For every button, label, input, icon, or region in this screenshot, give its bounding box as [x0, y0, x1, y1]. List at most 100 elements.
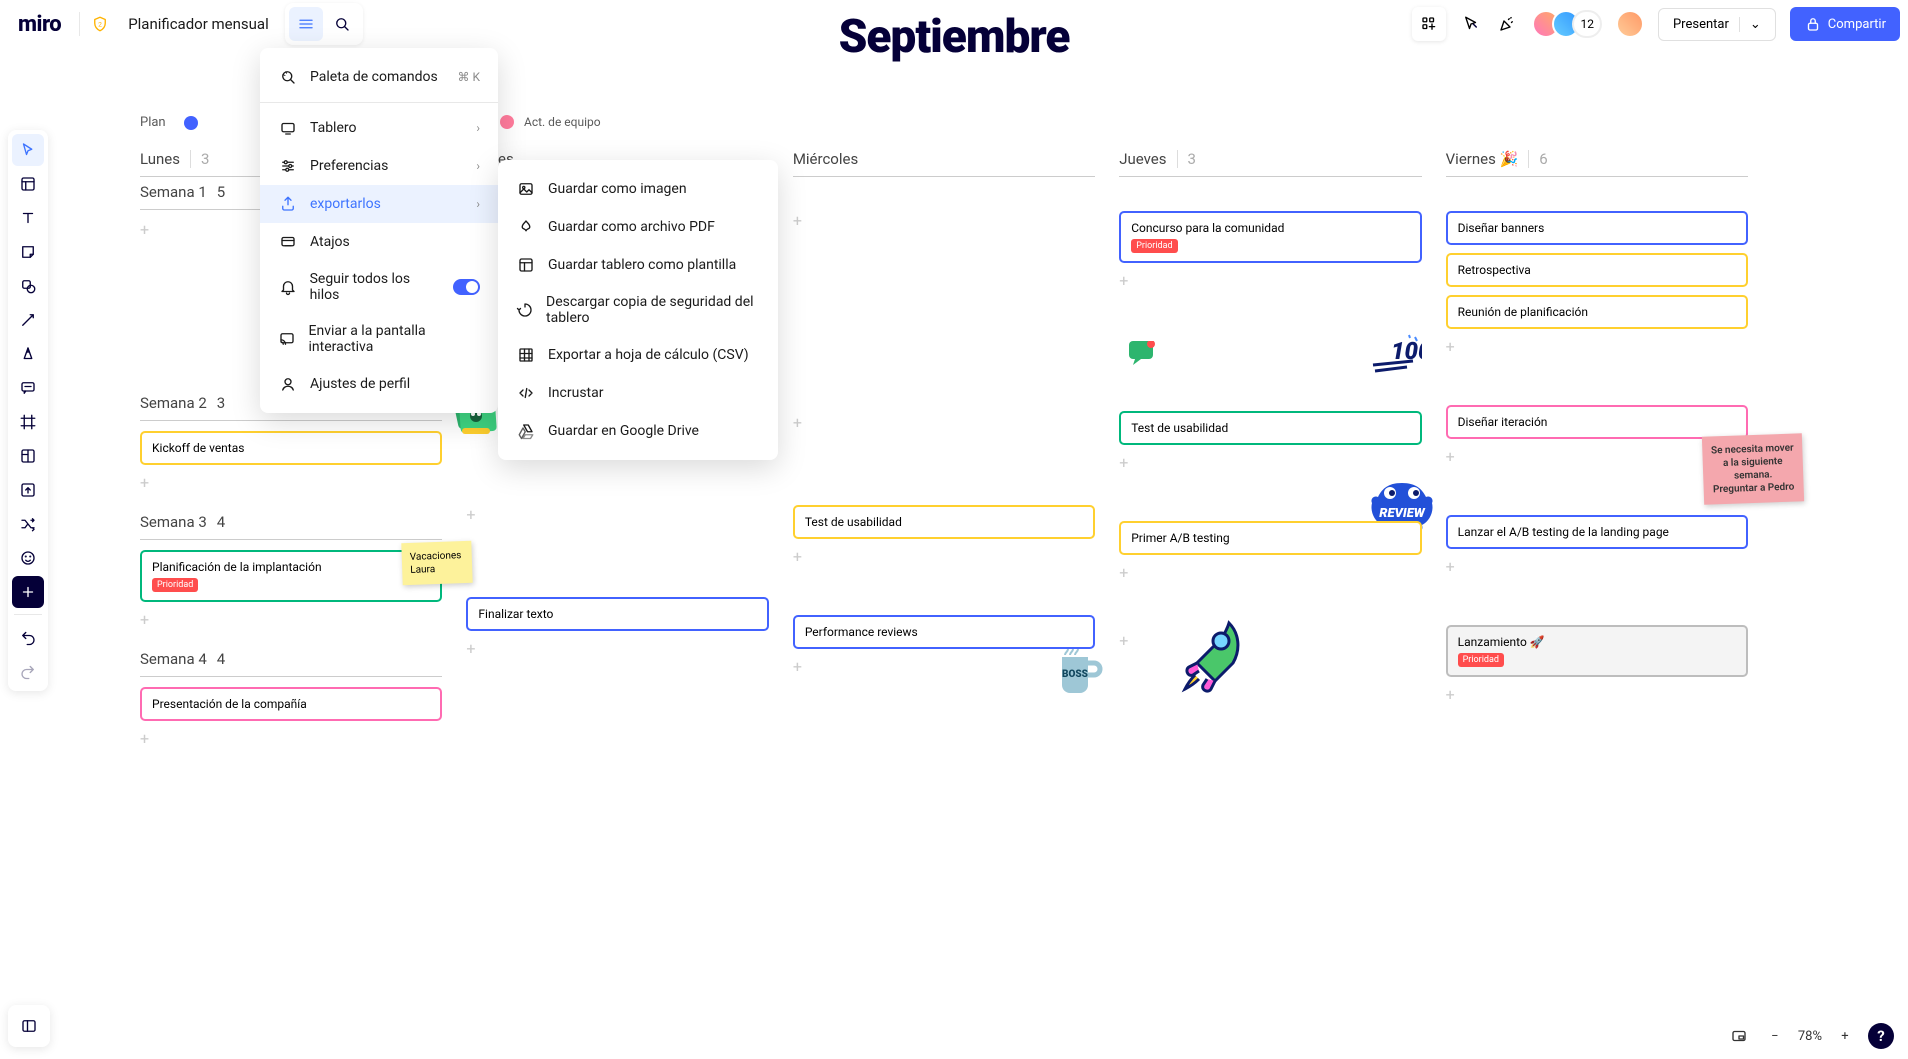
add-card[interactable]: +: [140, 473, 442, 493]
column-header: Viernes 🎉 6: [1446, 150, 1748, 177]
chat-sticker[interactable]: [1129, 341, 1159, 367]
export-template[interactable]: Guardar tablero como plantilla: [498, 246, 778, 284]
add-card[interactable]: +: [1119, 631, 1421, 651]
text-tool[interactable]: [12, 202, 44, 234]
pen-tool[interactable]: [12, 338, 44, 370]
zoom-out[interactable]: −: [1762, 1023, 1788, 1049]
export-image[interactable]: Guardar como imagen: [498, 170, 778, 208]
add-card[interactable]: +: [466, 639, 768, 659]
menu-profile[interactable]: Ajustes de perfil: [260, 365, 498, 403]
sticky-tool[interactable]: [12, 236, 44, 268]
undo-button[interactable]: [12, 621, 44, 653]
export-csv[interactable]: Exportar a hoja de cálculo (CSV): [498, 336, 778, 374]
card[interactable]: Finalizar texto: [466, 597, 768, 631]
shapes-tool[interactable]: [12, 270, 44, 302]
card[interactable]: Performance reviews: [793, 615, 1095, 649]
comment-tool[interactable]: [12, 372, 44, 404]
card[interactable]: Concurso para la comunidad Prioridad: [1119, 211, 1421, 263]
upload-tool[interactable]: [12, 474, 44, 506]
card[interactable]: Presentación de la compañía: [140, 687, 442, 721]
card[interactable]: Diseñar banners: [1446, 211, 1748, 245]
export-drive[interactable]: Guardar en Google Drive: [498, 412, 778, 450]
card[interactable]: Kickoff de ventas: [140, 431, 442, 465]
add-card[interactable]: +: [793, 547, 1095, 567]
zoom-level[interactable]: 78%: [1798, 1029, 1822, 1044]
svg-text:2: 2: [98, 20, 102, 28]
add-card[interactable]: +: [140, 610, 442, 630]
card[interactable]: Retrospectiva: [1446, 253, 1748, 287]
kanban-tool[interactable]: [12, 440, 44, 472]
miro-logo[interactable]: miro: [8, 12, 71, 37]
cursor-follow-icon[interactable]: [1460, 13, 1482, 35]
divider: [79, 12, 80, 36]
user-icon: [278, 375, 298, 393]
share-button[interactable]: Compartir: [1790, 7, 1900, 41]
add-card[interactable]: +: [466, 505, 768, 525]
board-name[interactable]: Planificador mensual: [120, 15, 277, 33]
menu-board[interactable]: Tablero ›: [260, 109, 498, 147]
code-icon: [516, 384, 536, 402]
menu-cast[interactable]: Enviar a la pantalla interactiva: [260, 313, 498, 365]
card[interactable]: Reunión de planificación: [1446, 295, 1748, 329]
add-card[interactable]: +: [1446, 337, 1748, 357]
current-user-avatar[interactable]: [1616, 10, 1644, 38]
reactions-icon[interactable]: [1496, 13, 1518, 35]
more-tools[interactable]: [12, 576, 44, 608]
frames-panel-button[interactable]: [8, 1005, 50, 1047]
toggle-on[interactable]: [453, 279, 480, 295]
plan-shield-icon[interactable]: 2: [88, 12, 112, 36]
priority-tag: Prioridad: [1458, 653, 1504, 667]
export-embed[interactable]: Incrustar: [498, 374, 778, 412]
redo-button[interactable]: [12, 655, 44, 687]
menu-command-palette[interactable]: Paleta de comandos ⌘ K: [260, 58, 498, 96]
card[interactable]: Planificación de la implantación Priorid…: [140, 550, 442, 602]
collaborator-avatars[interactable]: 12: [1532, 10, 1602, 38]
add-card[interactable]: +: [140, 729, 442, 749]
add-card[interactable]: +: [793, 413, 1095, 433]
templates-tool[interactable]: [12, 168, 44, 200]
add-card[interactable]: +: [1119, 563, 1421, 583]
rocket-sticker[interactable]: [1169, 611, 1259, 701]
hundred-sticker[interactable]: 100: [1367, 331, 1422, 376]
menu-shortcuts[interactable]: Atajos: [260, 223, 498, 261]
card[interactable]: Test de usabilidad: [1119, 411, 1421, 445]
column-header: Miércoles: [793, 150, 1095, 177]
card[interactable]: Primer A/B testing: [1119, 521, 1421, 555]
export-backup[interactable]: Descargar copia de seguridad del tablero: [498, 284, 778, 336]
add-card[interactable]: +: [793, 211, 1095, 231]
card[interactable]: Diseñar iteración: [1446, 405, 1748, 439]
add-card[interactable]: +: [1119, 271, 1421, 291]
select-tool[interactable]: [12, 134, 44, 166]
legend-plan-label: Plan: [140, 115, 166, 130]
shuffle-tool[interactable]: [12, 508, 44, 540]
add-card[interactable]: +: [1446, 557, 1748, 577]
main-menu-button[interactable]: [289, 7, 323, 41]
card[interactable]: Test de usabilidad: [793, 505, 1095, 539]
emoji-tool[interactable]: [12, 542, 44, 574]
menu-export[interactable]: exportarlos ›: [260, 185, 498, 223]
mug-sticker[interactable]: BOSS: [1050, 645, 1105, 700]
connector-tool[interactable]: [12, 304, 44, 336]
svg-text:BOSS: BOSS: [1062, 669, 1088, 680]
export-submenu: Guardar como imagen Guardar como archivo…: [498, 160, 778, 460]
sticky-note[interactable]: Se necesita mover a la siguiente semana.…: [1702, 433, 1804, 504]
help-button[interactable]: ?: [1868, 1023, 1894, 1049]
apps-button[interactable]: [1412, 7, 1446, 41]
menu-preferences[interactable]: Preferencias ›: [260, 147, 498, 185]
export-pdf[interactable]: Guardar como archivo PDF: [498, 208, 778, 246]
sliders-icon: [278, 157, 298, 175]
chevron-down-icon[interactable]: ⌄: [1739, 17, 1761, 32]
add-card[interactable]: +: [1446, 685, 1748, 705]
avatar-count[interactable]: 12: [1572, 10, 1602, 38]
menu-follow-threads[interactable]: Seguir todos los hilos: [260, 261, 498, 313]
card[interactable]: Lanzamiento 🚀 Prioridad: [1446, 625, 1748, 677]
zoom-in[interactable]: +: [1832, 1023, 1858, 1049]
drive-icon: [516, 422, 536, 440]
search-button[interactable]: [325, 7, 359, 41]
frame-tool[interactable]: [12, 406, 44, 438]
present-button[interactable]: Presentar ⌄: [1658, 8, 1776, 41]
add-card[interactable]: +: [1119, 453, 1421, 473]
sticky-note[interactable]: Vacaciones Laura: [402, 541, 473, 585]
card[interactable]: Lanzar el A/B testing de la landing page: [1446, 515, 1748, 549]
map-toggle[interactable]: [1726, 1023, 1752, 1049]
